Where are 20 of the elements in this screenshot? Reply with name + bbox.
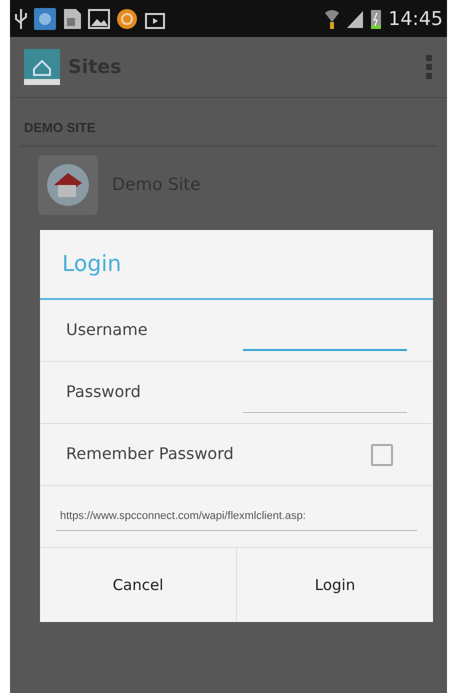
cancel-button[interactable]: Cancel — [40, 548, 236, 622]
app-icon — [34, 8, 56, 30]
house-icon — [46, 163, 90, 207]
signal-icon — [346, 8, 364, 28]
url-field[interactable]: https://www.spcconnect.com/wapi/flexmlclient.asp: — [56, 502, 417, 531]
house-logo-icon — [24, 49, 60, 85]
usb-icon — [14, 8, 28, 30]
battery-icon — [370, 8, 382, 30]
sync-icon — [116, 8, 138, 30]
wifi-icon — [324, 8, 340, 30]
image-icon — [88, 8, 110, 28]
field-label: Password — [66, 382, 142, 401]
login-button[interactable]: Login — [236, 548, 433, 622]
clock-time: 14:45 — [388, 8, 443, 30]
checkbox-label: Remember Password — [66, 444, 235, 463]
overflow-menu-icon[interactable] — [425, 53, 433, 81]
checkbox[interactable] — [371, 444, 393, 466]
sim-card-icon — [62, 8, 82, 30]
field-label: Username — [66, 320, 149, 339]
dialog-title: Login — [40, 230, 433, 300]
